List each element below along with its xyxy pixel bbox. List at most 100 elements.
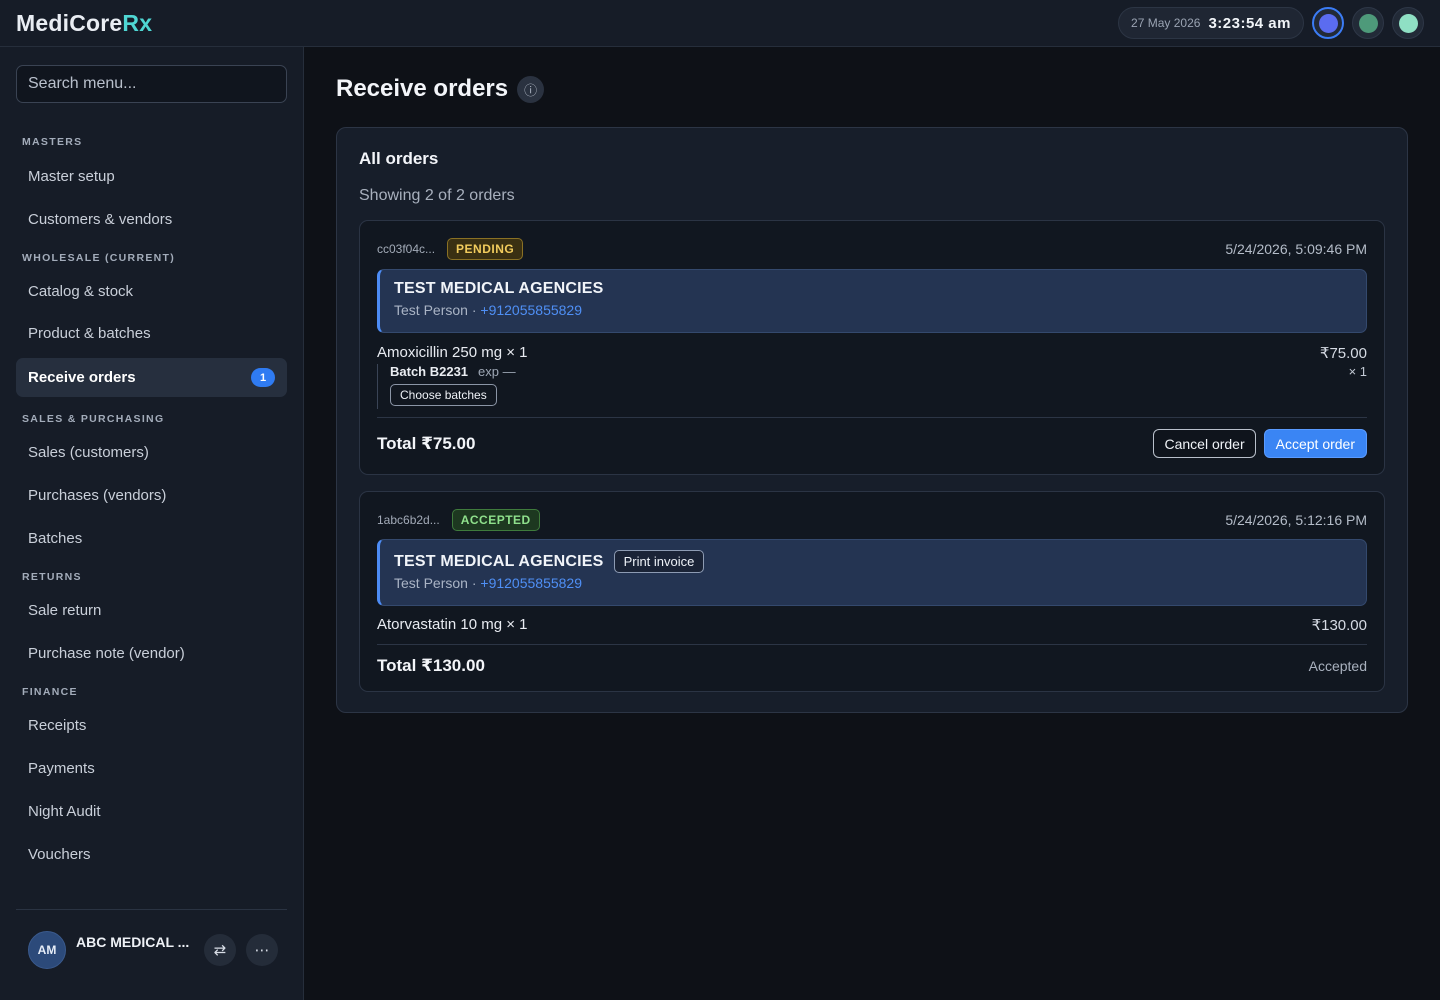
order-line-item: Amoxicillin 250 mg × 1 ₹75.00 × 1 bbox=[377, 344, 1367, 379]
status-badge: ACCEPTED bbox=[451, 509, 540, 531]
info-icon[interactable]: ⓘ bbox=[517, 75, 545, 103]
sidebar-item-label: Purchase note (vendor) bbox=[28, 645, 185, 662]
clock-time: 3:23:54 am bbox=[1208, 14, 1291, 32]
search-menu-input[interactable] bbox=[16, 65, 287, 103]
order-time: 5/24/2026, 5:12:16 PM bbox=[1225, 512, 1367, 528]
customer-contact: Test Person · +912055855829 bbox=[394, 302, 1352, 318]
theme-indigo-swatch bbox=[1318, 13, 1338, 33]
section-wholesale: WHOLESALE (CURRENT) bbox=[22, 252, 176, 264]
theme-mint-swatch bbox=[1398, 13, 1418, 33]
item-price: ₹75.00 bbox=[1319, 345, 1367, 362]
brand-logo[interactable]: MediCoreRx bbox=[16, 10, 152, 37]
orders-panel: All orders Showing 2 of 2 orders cc03f04… bbox=[336, 127, 1408, 713]
sidebar-item-purchases-vendors[interactable]: Purchases (vendors) bbox=[16, 476, 287, 515]
clock-date: 27 May 2026 bbox=[1131, 16, 1201, 30]
theme-mint-button[interactable] bbox=[1392, 7, 1424, 39]
customer-box: TEST MEDICAL AGENCIES Test Person · +912… bbox=[377, 269, 1367, 333]
order-card-accepted: 1abc6b2d... ACCEPTED 5/24/2026, 5:12:16 … bbox=[359, 491, 1385, 692]
order-id: cc03f04c... bbox=[377, 242, 436, 256]
switch-account-icon[interactable]: ⇄ bbox=[204, 934, 236, 966]
sidebar-item-master-setup[interactable]: Master setup bbox=[16, 157, 287, 196]
section-masters: MASTERS bbox=[22, 136, 83, 148]
sidebar-item-label: Sales (customers) bbox=[28, 444, 149, 461]
contact-person: Test Person bbox=[394, 575, 468, 591]
theme-green-button[interactable] bbox=[1352, 7, 1384, 39]
order-divider bbox=[377, 644, 1367, 645]
sidebar-footer-divider bbox=[16, 909, 287, 910]
sidebar-item-label: Payments bbox=[28, 760, 95, 777]
batch-expiry: exp — bbox=[478, 364, 516, 379]
sidebar-item-label: Batches bbox=[28, 530, 83, 547]
sidebar-item-receipts[interactable]: Receipts bbox=[16, 706, 287, 745]
order-total: Total ₹75.00 bbox=[377, 434, 476, 453]
customer-contact: Test Person · +912055855829 bbox=[394, 575, 1352, 591]
more-options-icon[interactable]: ⋯ bbox=[246, 934, 278, 966]
sidebar-item-label: Receipts bbox=[28, 717, 87, 734]
sidebar: MASTERS Master setup Customers & vendors… bbox=[0, 47, 304, 1000]
customer-phone-link[interactable]: +912055855829 bbox=[480, 302, 582, 318]
sidebar-item-label: Purchases (vendors) bbox=[28, 487, 167, 504]
choose-batches-button[interactable]: Choose batches bbox=[390, 384, 497, 406]
sidebar-item-catalog-stock[interactable]: Catalog & stock bbox=[16, 272, 287, 311]
print-invoice-button[interactable]: Print invoice bbox=[613, 550, 705, 573]
theme-green-swatch bbox=[1358, 13, 1378, 33]
theme-indigo-button[interactable] bbox=[1312, 7, 1344, 39]
account-name: ABC MEDICAL ... bbox=[76, 934, 190, 950]
sidebar-item-batches[interactable]: Batches bbox=[16, 519, 287, 558]
item-name: Atorvastatin 10 mg × 1 bbox=[377, 616, 528, 633]
sidebar-item-label: Product & batches bbox=[28, 325, 151, 342]
accept-order-button[interactable]: Accept order bbox=[1263, 429, 1367, 458]
order-header: 1abc6b2d... ACCEPTED 5/24/2026, 5:12:16 … bbox=[377, 508, 1367, 532]
sidebar-item-label: Receive orders bbox=[28, 369, 136, 386]
sidebar-item-label: Sale return bbox=[28, 602, 102, 619]
receive-orders-count-badge: 1 bbox=[251, 368, 275, 387]
sidebar-item-label: Customers & vendors bbox=[28, 211, 173, 228]
contact-separator: · bbox=[467, 575, 481, 591]
sidebar-item-payments[interactable]: Payments bbox=[16, 749, 287, 788]
sidebar-item-night-audit[interactable]: Night Audit bbox=[16, 792, 287, 831]
cancel-order-button[interactable]: Cancel order bbox=[1153, 429, 1256, 458]
order-header: cc03f04c... PENDING 5/24/2026, 5:09:46 P… bbox=[377, 237, 1367, 261]
top-bar: MediCoreRx 27 May 2026 3:23:54 am bbox=[0, 0, 1440, 47]
order-actions: Cancel order Accept order bbox=[1153, 429, 1367, 458]
avatar[interactable]: AM bbox=[28, 931, 66, 969]
contact-separator: · bbox=[467, 302, 481, 318]
page-title: Receive orders bbox=[336, 75, 509, 102]
sidebar-item-sales-customers[interactable]: Sales (customers) bbox=[16, 433, 287, 472]
top-bar-right: 27 May 2026 3:23:54 am bbox=[1118, 7, 1424, 39]
panel-title: All orders bbox=[359, 149, 439, 168]
sidebar-item-receive-orders[interactable]: Receive orders 1 bbox=[16, 358, 287, 397]
order-card-pending: cc03f04c... PENDING 5/24/2026, 5:09:46 P… bbox=[359, 220, 1385, 475]
batch-name: Batch B2231 bbox=[390, 364, 469, 379]
contact-person: Test Person bbox=[394, 302, 468, 318]
order-line-item: Atorvastatin 10 mg × 1 ₹130.00 bbox=[377, 616, 1367, 634]
order-id: 1abc6b2d... bbox=[377, 513, 440, 527]
customer-name: TEST MEDICAL AGENCIES bbox=[394, 280, 604, 297]
order-time: 5/24/2026, 5:09:46 PM bbox=[1225, 241, 1367, 257]
customer-name: TEST MEDICAL AGENCIES bbox=[394, 552, 604, 570]
batch-block: Batch B2231 exp — Choose batches bbox=[377, 364, 516, 409]
order-total: Total ₹130.00 bbox=[377, 656, 485, 675]
order-status-text: Accepted bbox=[1308, 658, 1367, 674]
item-qty: × 1 bbox=[1348, 364, 1367, 379]
customer-phone-link[interactable]: +912055855829 bbox=[480, 575, 582, 591]
sidebar-item-product-batches[interactable]: Product & batches bbox=[16, 314, 287, 353]
orders-count-text: Showing 2 of 2 orders bbox=[359, 187, 515, 204]
sidebar-item-label: Night Audit bbox=[28, 803, 101, 820]
section-returns: RETURNS bbox=[22, 571, 82, 583]
page-header: Receive orders ⓘ bbox=[336, 75, 545, 103]
account-panel: AM ABC MEDICAL ... ⇄ ⋯ bbox=[28, 925, 288, 975]
sidebar-item-vouchers[interactable]: Vouchers bbox=[16, 835, 287, 874]
section-sales-purchasing: SALES & PURCHASING bbox=[22, 413, 165, 425]
status-badge: PENDING bbox=[447, 238, 524, 260]
item-price: ₹130.00 bbox=[1311, 617, 1367, 634]
order-divider bbox=[377, 417, 1367, 418]
sidebar-item-customers-vendors[interactable]: Customers & vendors bbox=[16, 200, 287, 239]
sidebar-item-label: Catalog & stock bbox=[28, 283, 134, 300]
sidebar-item-sale-return[interactable]: Sale return bbox=[16, 591, 287, 630]
sidebar-item-label: Vouchers bbox=[28, 846, 91, 863]
section-finance: FINANCE bbox=[22, 686, 78, 698]
sidebar-item-purchase-note[interactable]: Purchase note (vendor) bbox=[16, 634, 287, 673]
customer-box: TEST MEDICAL AGENCIES Print invoice Test… bbox=[377, 539, 1367, 606]
clock: 27 May 2026 3:23:54 am bbox=[1118, 7, 1304, 39]
